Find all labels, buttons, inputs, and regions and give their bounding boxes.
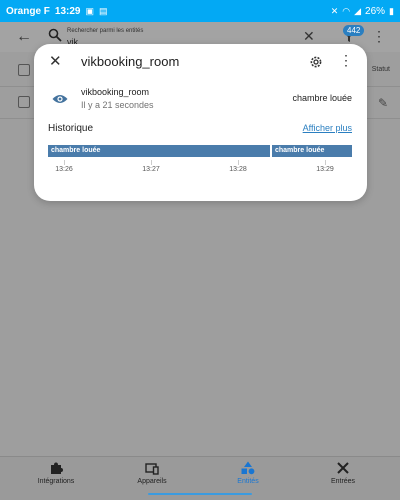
tick-label: 13:27 <box>142 166 160 173</box>
select-all-checkbox[interactable] <box>18 64 30 76</box>
row-checkbox[interactable] <box>18 96 30 108</box>
arrow-back-icon[interactable]: ← <box>16 28 32 46</box>
devices-icon <box>145 463 159 475</box>
mute-icon: ✕ <box>330 5 339 16</box>
home-indicator[interactable] <box>148 493 252 495</box>
tick-mark <box>151 160 152 165</box>
wifi-icon: ◠ <box>342 5 351 16</box>
tick-mark <box>325 160 326 165</box>
entity-dialog: ✕ vikbooking_room ⋮ vikbooking_room Il y… <box>34 44 367 201</box>
search-icon <box>48 28 62 42</box>
tick-label: 13:29 <box>316 166 334 173</box>
tick-label: 13:26 <box>55 166 73 173</box>
gear-icon[interactable] <box>309 55 323 69</box>
tools-icon <box>337 462 349 474</box>
filter-badge: 442 <box>343 25 365 36</box>
timeline-segment[interactable]: chambre louée <box>48 145 270 157</box>
image-icon: ▤ <box>99 5 108 16</box>
unavailable-icon: ✎ <box>377 96 388 110</box>
nav-label: Entrées <box>330 478 356 485</box>
tick-mark <box>64 160 65 165</box>
nav-item-entities[interactable]: Entités <box>213 461 283 485</box>
column-header-statut[interactable]: Statut <box>372 66 390 73</box>
more-vert-icon[interactable]: ⋮ <box>372 28 386 45</box>
clock: 13:29 <box>54 5 81 17</box>
shapes-icon <box>241 461 255 475</box>
nav-label: Intégrations <box>37 478 75 485</box>
show-more-link[interactable]: Afficher plus <box>303 123 352 133</box>
close-icon[interactable]: ✕ <box>49 54 62 69</box>
entity-state: chambre louée <box>292 93 352 103</box>
search-label: Rechercher parmi les entités <box>67 28 144 34</box>
tick-label: 13:28 <box>229 166 247 173</box>
signal-icon: ◢ <box>354 5 362 16</box>
battery-percent: 26% <box>365 5 386 17</box>
timeline-axis: 13:26 13:27 13:28 13:29 <box>48 160 352 180</box>
nav-item-devices[interactable]: Appareils <box>117 461 187 485</box>
entity-name: vikbooking_room <box>81 87 150 97</box>
status-bar: Orange F 13:29 ▣ ▤ ✕ ◠ ◢ 26% ▮ <box>0 0 400 22</box>
nav-item-helpers[interactable]: Entrées <box>308 461 378 485</box>
eye-icon <box>52 95 68 103</box>
battery-icon: ▮ <box>389 5 394 16</box>
dialog-title: vikbooking_room <box>81 54 180 69</box>
more-vert-icon[interactable]: ⋮ <box>339 53 353 68</box>
history-timeline[interactable]: chambre louée chambre louée <box>48 145 352 157</box>
notification-icon: ▣ <box>85 5 94 16</box>
carrier-label: Orange F <box>6 5 50 17</box>
nav-item-integrations[interactable]: Intégrations <box>21 461 91 485</box>
nav-label: Appareils <box>137 478 167 485</box>
history-title: Historique <box>48 123 94 134</box>
close-icon[interactable]: ✕ <box>303 28 315 45</box>
entity-last-changed: Il y a 21 secondes <box>81 100 154 110</box>
nav-label: Entités <box>237 478 259 485</box>
timeline-segment[interactable]: chambre louée <box>272 145 352 157</box>
tick-mark <box>238 160 239 165</box>
puzzle-icon <box>51 462 63 474</box>
